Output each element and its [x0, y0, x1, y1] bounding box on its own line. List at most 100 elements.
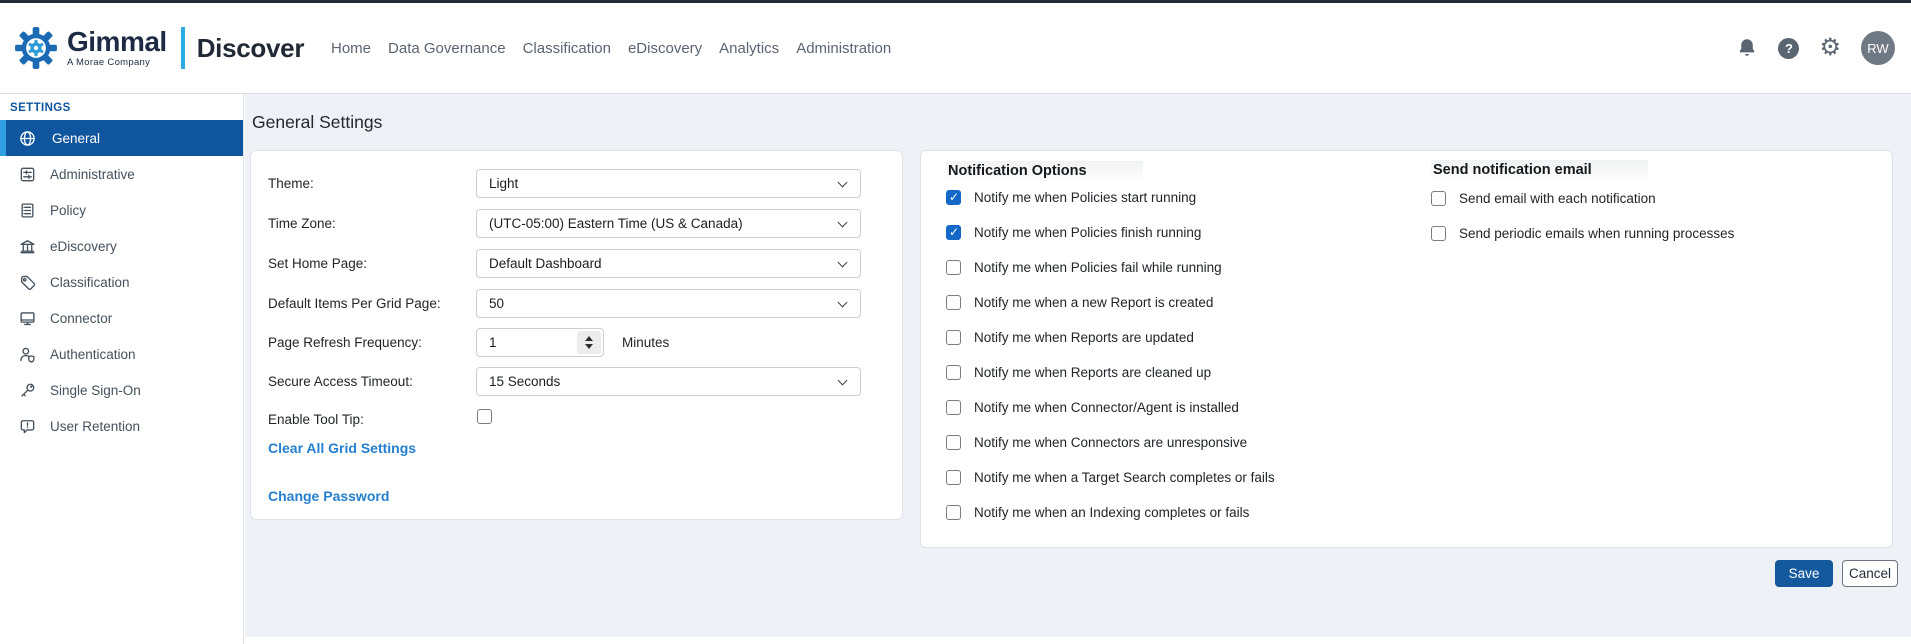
nav-item-classification[interactable]: Classification [523, 40, 611, 57]
checkbox[interactable] [946, 400, 961, 415]
chevron-down-icon [838, 178, 848, 188]
sidebar-item-ediscovery[interactable]: eDiscovery [0, 228, 243, 264]
notifications-bell-icon[interactable] [1736, 37, 1758, 59]
checkbox[interactable] [1431, 226, 1446, 241]
notification-option-row: Notify me when a new Report is created [946, 285, 1275, 320]
sidebar-item-classification[interactable]: Classification [0, 264, 243, 300]
sidebar-item-label: eDiscovery [50, 239, 117, 254]
brand-name: Gimmal [67, 28, 167, 56]
form-row-refresh-frequency: Page Refresh Frequency: 1 Minutes [251, 328, 902, 357]
home-page-select[interactable]: Default Dashboard [476, 249, 861, 278]
sidebar-section-label: SETTINGS [10, 102, 243, 114]
checkbox[interactable] [946, 295, 961, 310]
nav-item-administration[interactable]: Administration [796, 40, 891, 57]
sidebar-item-single-sign-on[interactable]: Single Sign-On [0, 372, 243, 408]
sidebar-item-label: General [52, 131, 100, 146]
nav-item-analytics[interactable]: Analytics [719, 40, 779, 57]
notification-option-row: Notify me when Policies start running [946, 180, 1275, 215]
sidebar-item-authentication[interactable]: Authentication [0, 336, 243, 372]
refresh-frequency-input[interactable]: 1 [476, 328, 604, 357]
checkbox-label: Send periodic emails when running proces… [1459, 226, 1734, 241]
change-password-link[interactable]: Change Password [268, 488, 389, 504]
refresh-frequency-label: Page Refresh Frequency: [268, 328, 422, 357]
admin-panel-icon [19, 166, 36, 183]
spinner-down-icon[interactable] [585, 344, 593, 349]
brand-logo[interactable]: Gimmal A Morae Company Discover [14, 3, 304, 93]
form-row-secure-timeout: Secure Access Timeout: 15 Seconds [251, 367, 902, 396]
help-icon[interactable]: ? [1778, 38, 1799, 59]
send-email-title: Send notification email [1431, 160, 1648, 181]
sidebar-item-label: Single Sign-On [50, 383, 141, 398]
nav-item-data-governance[interactable]: Data Governance [388, 40, 506, 57]
sidebar-item-administrative[interactable]: Administrative [0, 156, 243, 192]
checkbox-label: Send email with each notification [1459, 191, 1656, 206]
checkbox-label: Notify me when Reports are cleaned up [974, 365, 1211, 380]
checkbox-label: Notify me when an Indexing completes or … [974, 505, 1249, 520]
send-email-option-row: Send periodic emails when running proces… [1431, 216, 1734, 251]
checkbox[interactable] [946, 365, 961, 380]
checkbox-label: Notify me when Reports are updated [974, 330, 1194, 345]
settings-sidebar: SETTINGS General Administrative Policy e… [0, 94, 244, 644]
logo-divider [181, 27, 185, 69]
number-spinner[interactable] [577, 331, 601, 354]
timezone-select[interactable]: (UTC-05:00) Eastern Time (US & Canada) [476, 209, 861, 238]
theme-value: Light [489, 176, 518, 191]
sidebar-item-label: Connector [50, 311, 112, 326]
user-avatar[interactable]: RW [1861, 31, 1895, 65]
sidebar-item-label: User Retention [50, 419, 140, 434]
checkbox[interactable] [946, 190, 961, 205]
chevron-down-icon [838, 298, 848, 308]
spinner-up-icon[interactable] [585, 336, 593, 341]
settings-gear-icon[interactable]: ⚙ [1819, 36, 1841, 60]
secure-timeout-select[interactable]: 15 Seconds [476, 367, 861, 396]
notification-options-title: Notification Options [946, 161, 1143, 182]
gimmal-gear-logo-icon [14, 26, 58, 70]
home-page-label: Set Home Page: [268, 249, 367, 278]
sidebar-item-policy[interactable]: Policy [0, 192, 243, 228]
sidebar-item-label: Classification [50, 275, 130, 290]
sidebar-item-user-retention[interactable]: User Retention [0, 408, 243, 444]
checkbox[interactable] [946, 225, 961, 240]
tooltip-checkbox[interactable] [477, 409, 492, 424]
items-per-page-select[interactable]: 50 [476, 289, 861, 318]
checkbox[interactable] [946, 470, 961, 485]
tag-icon [19, 274, 36, 291]
brand-tagline: A Morae Company [67, 57, 150, 68]
checkbox[interactable] [946, 260, 961, 275]
items-per-page-label: Default Items Per Grid Page: [268, 289, 441, 318]
cancel-button[interactable]: Cancel [1842, 560, 1898, 587]
save-button[interactable]: Save [1775, 560, 1833, 587]
notification-option-row: Notify me when Policies fail while runni… [946, 250, 1275, 285]
theme-select[interactable]: Light [476, 169, 861, 198]
form-row-home-page: Set Home Page: Default Dashboard [251, 249, 902, 278]
clear-grid-settings-link[interactable]: Clear All Grid Settings [268, 440, 416, 456]
form-row-tooltip: Enable Tool Tip: [251, 405, 902, 434]
checkbox[interactable] [946, 330, 961, 345]
bank-icon [19, 238, 36, 255]
checkbox-label: Notify me when Connector/Agent is instal… [974, 400, 1239, 415]
notification-option-row: Notify me when Connectors are unresponsi… [946, 425, 1275, 460]
checkbox[interactable] [946, 435, 961, 450]
checkbox[interactable] [946, 505, 961, 520]
checkbox-label: Notify me when a Target Search completes… [974, 470, 1275, 485]
checkbox[interactable] [1431, 191, 1446, 206]
notification-options-list: Notify me when Policies start running No… [946, 180, 1275, 530]
sidebar-item-general[interactable]: General [0, 120, 243, 156]
home-page-value: Default Dashboard [489, 256, 602, 271]
refresh-frequency-value: 1 [489, 335, 497, 350]
key-icon [19, 382, 36, 399]
sidebar-item-label: Administrative [50, 167, 135, 182]
sidebar-item-connector[interactable]: Connector [0, 300, 243, 336]
nav-item-ediscovery[interactable]: eDiscovery [628, 40, 702, 57]
chevron-down-icon [838, 218, 848, 228]
items-per-page-value: 50 [489, 296, 504, 311]
send-email-list: Send email with each notification Send p… [1431, 181, 1734, 251]
refresh-frequency-units: Minutes [622, 328, 669, 357]
nav-item-home[interactable]: Home [331, 40, 371, 57]
checkbox-label: Notify me when Policies finish running [974, 225, 1201, 240]
chevron-down-icon [838, 258, 848, 268]
notification-option-row: Notify me when Connector/Agent is instal… [946, 390, 1275, 425]
checkbox-label: Notify me when Policies start running [974, 190, 1196, 205]
form-row-timezone: Time Zone: (UTC-05:00) Eastern Time (US … [251, 209, 902, 238]
sidebar-item-label: Policy [50, 203, 86, 218]
